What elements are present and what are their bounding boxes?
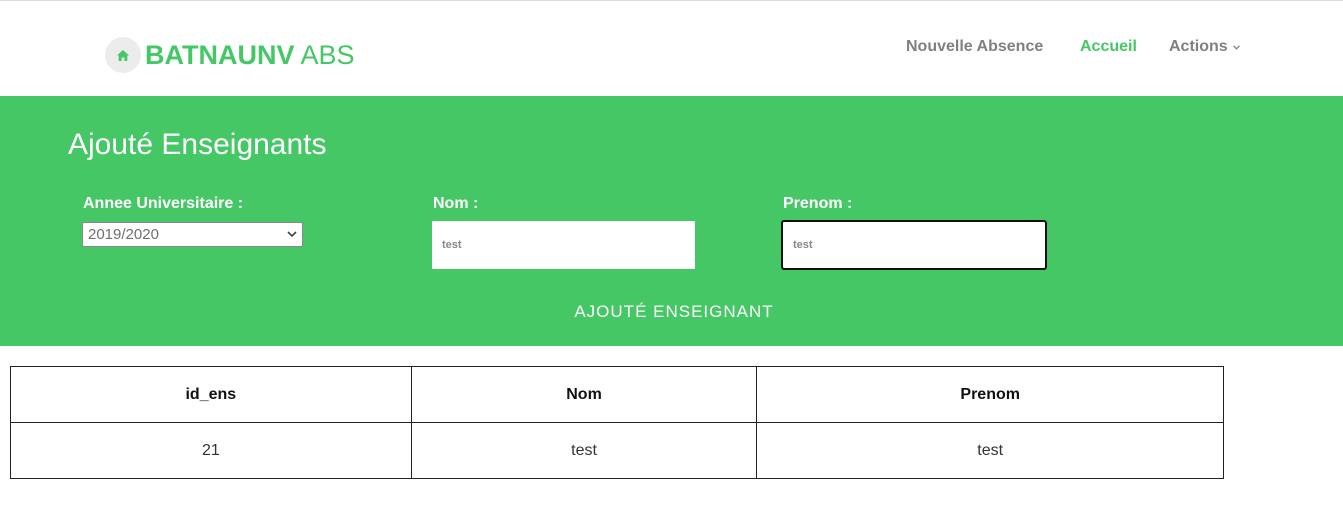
column-header-prenom: Prenom (756, 366, 1224, 423)
page-title: Ajouté Enseignants (68, 128, 327, 161)
prenom-label: Prenom : (783, 195, 853, 212)
nav-dropdown-actions[interactable]: Actions (1169, 37, 1240, 57)
column-header-id-ens: id_ens (10, 366, 412, 423)
home-icon (105, 37, 141, 73)
cell-nom: test (410, 422, 758, 479)
cell-prenom: test (756, 422, 1224, 479)
nom-label: Nom : (433, 195, 479, 212)
navbar: BATNAUNV ABS Nouvelle Absence Accueil Act… (0, 1, 1343, 96)
add-teacher-button[interactable]: AJOUTÉ ENSEIGNANT (520, 296, 828, 328)
chevron-down-icon (287, 231, 297, 238)
annee-select[interactable]: 2019/2020 (82, 222, 303, 247)
brand-link[interactable]: BATNAUNV ABS (105, 36, 355, 74)
cell-id-ens: 21 (10, 422, 412, 479)
column-header-nom: Nom (410, 366, 758, 423)
teachers-table: id_ens Nom Prenom 21 test test (10, 366, 1224, 479)
table-row: 21 test test (10, 422, 1224, 479)
annee-select-value: 2019/2020 (88, 226, 159, 243)
nav-actions-label: Actions (1169, 38, 1228, 55)
nom-input[interactable] (432, 221, 695, 269)
brand-name-light: ABS (300, 40, 355, 70)
brand-name-bold: BATNAUNV (145, 40, 295, 70)
brand-name: BATNAUNV ABS (145, 39, 355, 71)
add-teacher-form: Ajouté Enseignants Annee Universitaire :… (0, 96, 1343, 346)
table-header-row: id_ens Nom Prenom (10, 366, 1224, 423)
chevron-down-icon (1232, 44, 1240, 50)
nav-link-home[interactable]: Accueil (1080, 37, 1137, 57)
annee-label: Annee Universitaire : (83, 195, 244, 212)
prenom-input[interactable] (781, 220, 1047, 270)
nav-link-new-absence[interactable]: Nouvelle Absence (906, 37, 1043, 57)
